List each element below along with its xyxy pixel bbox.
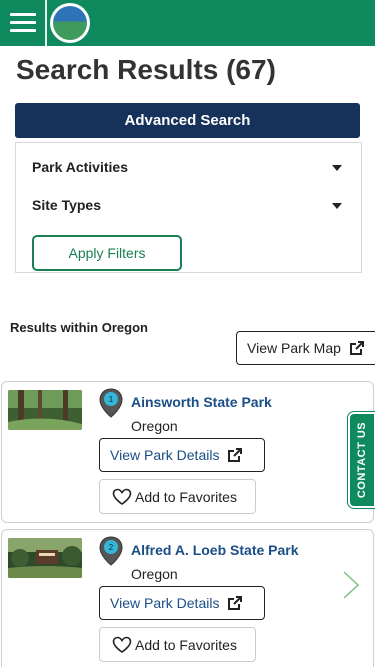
park-name-link[interactable]: Ainsworth State Park [131,394,272,410]
map-pin-icon: 1 [99,388,123,418]
logo-emblem [53,6,87,40]
site-types-label: Site Types [32,197,101,213]
add-to-favorites-button[interactable]: Add to Favorites [99,479,256,514]
heart-icon [112,488,132,505]
hamburger-menu-icon[interactable] [10,13,36,33]
park-photo [8,538,82,578]
page-title: Search Results (67) [16,54,276,85]
pin-number: 2 [109,543,114,552]
contact-us-tab[interactable]: CONTACT US [348,412,375,508]
view-park-map-button[interactable]: View Park Map [236,331,375,365]
park-card[interactable]: 1 Ainsworth State Park Oregon View Park … [1,381,374,523]
top-bar [0,0,375,46]
external-link-icon [228,596,243,610]
add-to-favorites-label: Add to Favorites [135,488,237,505]
view-park-details-label: View Park Details [110,595,220,611]
site-types-dropdown[interactable]: Site Types [32,197,342,213]
park-photo [8,390,82,430]
pin-number: 1 [109,395,114,404]
heart-icon [112,636,132,653]
external-link-icon [228,448,243,462]
view-park-details-label: View Park Details [110,447,220,463]
external-link-icon [349,341,364,355]
park-card[interactable]: 2 Alfred A. Loeb State Park Oregon View … [1,529,374,667]
park-state: Oregon [131,418,178,434]
contact-us-label: CONTACT US [356,421,369,499]
oregon-state-parks-logo[interactable] [50,3,90,43]
view-park-details-button[interactable]: View Park Details [99,586,265,620]
advanced-search-button[interactable]: Advanced Search [15,103,360,138]
apply-filters-button[interactable]: Apply Filters [32,235,182,271]
park-name-link[interactable]: Alfred A. Loeb State Park [131,542,299,558]
filters-panel: Park Activities Site Types Apply Filters [15,142,362,273]
park-activities-dropdown[interactable]: Park Activities [32,159,342,175]
add-to-favorites-label: Add to Favorites [135,636,237,653]
park-activities-label: Park Activities [32,159,128,175]
caret-down-icon [332,203,342,209]
view-park-details-button[interactable]: View Park Details [99,438,265,472]
view-park-map-label: View Park Map [247,340,341,356]
divider [45,0,47,46]
add-to-favorites-button[interactable]: Add to Favorites [99,627,256,662]
caret-down-icon [332,165,342,171]
park-state: Oregon [131,566,178,582]
map-pin-icon: 2 [99,536,123,566]
results-within-label: Results within Oregon [10,320,148,335]
chevron-right-icon[interactable] [341,570,361,600]
